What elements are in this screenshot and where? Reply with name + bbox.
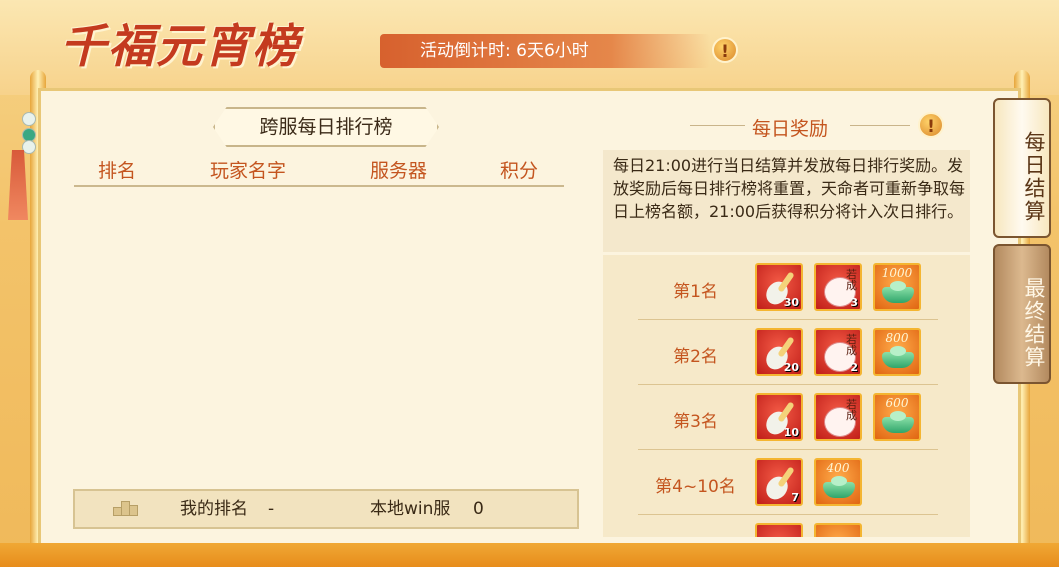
countdown-bar: 活动倒计时: 6天6小时: [380, 34, 710, 68]
my-rank-value: -: [268, 499, 275, 519]
spoon-item-icon[interactable]: 30: [755, 263, 803, 311]
reward-list[interactable]: 第1名 30 若成 3 1000 第2名 20 若成 2 800 第3名 10 …: [603, 255, 970, 537]
ingot-item-icon[interactable]: 600: [873, 393, 921, 441]
spoon-item-icon[interactable]: 7: [755, 458, 803, 506]
my-score: 0: [473, 499, 484, 519]
rank-label: 第1名: [673, 282, 718, 302]
reward-description: 每日21:00进行当日结算并发放每日排行奖励。发放奖励后每日排行榜将重置，天命者…: [603, 150, 970, 252]
rank-label: 第3名: [673, 412, 718, 432]
divider: [850, 125, 910, 126]
tab-daily-settlement[interactable]: 每日结算: [993, 98, 1051, 238]
ingot-item-icon[interactable]: 1000: [873, 263, 921, 311]
leaderboard-tab-title: 跨服每日排行榜: [213, 107, 439, 147]
bottom-border: [0, 543, 1059, 567]
reward-row: 第4~10名 7 400: [638, 450, 938, 515]
ingot-item-icon[interactable]: 400: [814, 458, 862, 506]
ingot-item-icon[interactable]: 800: [873, 328, 921, 376]
reward-row: 第3名 10 若成 600: [638, 385, 938, 450]
podium-icon: [113, 501, 138, 516]
tangyuan-item-icon[interactable]: 若成: [814, 393, 862, 441]
rank-label: 第2名: [673, 347, 718, 367]
divider: [690, 125, 745, 126]
column-rank: 排名: [98, 160, 137, 182]
spoon-item-icon[interactable]: 10: [755, 393, 803, 441]
reward-row: 第2名 20 若成 2 800: [638, 320, 938, 385]
column-player-name: 玩家名字: [210, 160, 287, 182]
event-title: 千福元宵榜: [60, 19, 300, 73]
my-rank-bar: 我的排名 - 本地win服 0: [73, 489, 579, 529]
header-divider: [74, 185, 564, 187]
column-server: 服务器: [370, 160, 428, 182]
rank-label: 第4~10名: [655, 477, 736, 497]
reward-info-icon[interactable]: !: [918, 112, 944, 138]
column-score: 积分: [500, 160, 539, 182]
tassel-icon: [8, 150, 28, 220]
tangyuan-item-icon[interactable]: 若成 2: [814, 328, 862, 376]
bead-icon: [22, 112, 36, 126]
tangyuan-item-icon[interactable]: 若成 3: [814, 263, 862, 311]
tab-final-settlement[interactable]: 最终结算: [993, 244, 1051, 384]
ingot-item-icon[interactable]: [814, 523, 862, 537]
my-rank-label: 我的排名: [180, 499, 248, 519]
spoon-item-icon[interactable]: 20: [755, 328, 803, 376]
reward-row: 第1名 30 若成 3 1000: [638, 255, 938, 320]
info-icon[interactable]: !: [712, 37, 738, 63]
my-server: 本地win服: [370, 499, 451, 519]
spoon-item-icon[interactable]: [755, 523, 803, 537]
daily-reward-title: 每日奖励: [752, 118, 829, 140]
